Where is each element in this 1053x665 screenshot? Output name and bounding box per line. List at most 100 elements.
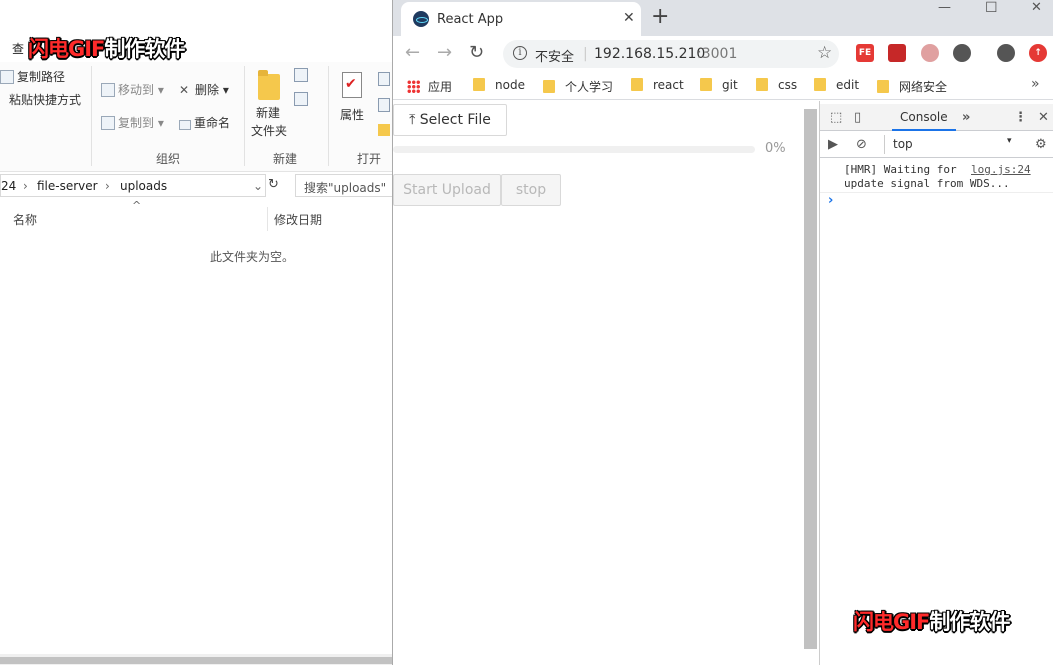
maximize-icon[interactable]: ☐	[985, 0, 998, 16]
console-settings-gear-icon[interactable]: ⚙	[1035, 137, 1047, 152]
history-icon[interactable]	[378, 124, 390, 136]
close-devtools-icon[interactable]: ✕	[1038, 110, 1049, 125]
bookmark-star-icon[interactable]: ☆	[817, 43, 832, 63]
new-folder-button-line1[interactable]: 新建	[256, 104, 280, 121]
address-omnibox[interactable]: i 不安全 | 192.168.15.210 :3001 ☆	[503, 40, 839, 68]
bookmark-folder[interactable]: css	[756, 78, 797, 92]
folder-icon	[700, 78, 712, 91]
search-input[interactable]: 搜索"uploads"	[295, 174, 392, 197]
tab-strip: React App ✕ + — ☐ ✕	[393, 0, 1053, 36]
new-item-icon[interactable]	[294, 68, 308, 82]
bookmarks-overflow-icon[interactable]: »	[1031, 76, 1040, 92]
fe-extension-icon[interactable]: FE	[856, 44, 874, 62]
devtools-tab-bar: ⬚ ▯ Console » ⋮ ✕	[820, 104, 1053, 131]
breadcrumb-chevron-icon: ›	[23, 179, 28, 193]
new-folder-icon	[258, 70, 280, 100]
devtools-menu-icon[interactable]: ⋮	[1014, 110, 1027, 125]
easy-access-icon[interactable]	[294, 92, 308, 106]
breadcrumb-chevron-icon: ›	[105, 179, 110, 193]
rename-button[interactable]: 重命名	[179, 114, 230, 131]
devtools-panel: ⬚ ▯ Console » ⋮ ✕ ▶ ⊘ top ▾ ⚙ [HMR] Wait…	[819, 101, 1053, 665]
console-log-source-link[interactable]: log.js:24	[971, 163, 1031, 176]
new-folder-button-line2[interactable]: 文件夹	[251, 122, 287, 139]
address-path-box[interactable]: 24 › file-server › uploads ⌄	[0, 174, 266, 197]
info-icon[interactable]: i	[513, 46, 527, 60]
sort-up-icon: ^	[132, 199, 142, 212]
properties-button[interactable]: 属性	[340, 106, 364, 123]
url-port: :3001	[697, 46, 738, 62]
reload-icon[interactable]: ↻	[469, 42, 484, 63]
delete-button[interactable]: ✕ 删除 ▾	[179, 81, 229, 98]
update-icon[interactable]: ↑	[1029, 44, 1047, 62]
extension-icon[interactable]	[921, 44, 939, 62]
omnibox-divider: |	[583, 46, 588, 62]
horizontal-scrollbar-thumb[interactable]	[0, 657, 392, 664]
console-prompt-icon[interactable]: ›	[828, 193, 833, 208]
group-label-new: 新建	[273, 152, 298, 166]
ribbon-tab-view[interactable]: 查	[12, 40, 24, 57]
tab-console[interactable]: Console	[892, 104, 956, 131]
minimize-icon[interactable]: —	[938, 0, 951, 15]
breadcrumb-segment[interactable]: 24	[1, 179, 16, 193]
copy-path-button[interactable]: 复制路径	[0, 68, 65, 85]
bookmark-folder[interactable]: 个人学习	[543, 78, 613, 95]
bookmark-apps[interactable]: 应用	[407, 78, 452, 95]
bookmark-folder[interactable]: react	[631, 78, 684, 92]
breadcrumb-segment[interactable]: uploads	[120, 179, 167, 193]
back-icon[interactable]: ←	[405, 42, 420, 63]
group-label-organize: 组织	[156, 152, 181, 166]
inspect-element-icon[interactable]: ⬚	[830, 110, 842, 125]
context-selector[interactable]: top ▾	[884, 135, 1022, 154]
folder-icon	[756, 78, 768, 91]
bookmark-folder[interactable]: node	[473, 78, 525, 92]
bookmark-folder[interactable]: 网络安全	[877, 78, 947, 95]
edit-icon[interactable]	[378, 98, 390, 112]
tab-title: React App	[437, 12, 504, 27]
start-upload-button[interactable]: Start Upload	[393, 174, 501, 206]
stop-button[interactable]: stop	[501, 174, 561, 206]
copy-to-button[interactable]: 复制到 ▾	[101, 114, 164, 131]
address-dropdown-icon[interactable]: ⌄	[253, 179, 263, 193]
close-window-icon[interactable]: ✕	[1031, 0, 1042, 15]
copy-to-icon	[101, 116, 115, 130]
browser-window: React App ✕ + — ☐ ✕ ← → ↻ i 不安全 | 192.16…	[392, 0, 1053, 665]
console-log-line: update signal from WDS...	[844, 177, 1010, 190]
security-label[interactable]: 不安全	[535, 46, 574, 65]
sidebar-toggle-icon[interactable]: ▶	[828, 137, 838, 152]
upload-progress-text: 0%	[765, 141, 786, 156]
upload-progress-bar	[393, 146, 755, 153]
ribbon: 复制路径 粘贴快捷方式 移动到 ▾ 复制到 ▾ ✕ 删除 ▾ 重命名 组织 新建 …	[0, 62, 392, 172]
column-name[interactable]: 名称	[13, 211, 37, 228]
folder-icon	[631, 78, 643, 91]
breadcrumb-segment[interactable]: file-server	[37, 179, 98, 193]
new-tab-icon[interactable]: +	[651, 4, 669, 29]
select-file-button[interactable]: ⤒ Select File	[393, 104, 507, 136]
close-tab-icon[interactable]: ✕	[623, 10, 635, 26]
properties-icon	[342, 72, 362, 98]
open-icon[interactable]	[378, 72, 390, 86]
page-vertical-scrollbar[interactable]	[804, 109, 817, 649]
column-modified[interactable]: 修改日期	[274, 211, 322, 228]
browser-toolbar: ← → ↻ i 不安全 | 192.168.15.210 :3001 ☆ FE …	[393, 36, 1053, 72]
extension-icon[interactable]	[888, 44, 906, 62]
bookmark-folder[interactable]: git	[700, 78, 738, 92]
extension-icon[interactable]	[953, 44, 971, 62]
forward-icon[interactable]: →	[437, 42, 452, 63]
delete-x-icon: ✕	[179, 83, 190, 97]
folder-icon	[877, 80, 889, 93]
bookmark-folder[interactable]: edit	[814, 78, 859, 92]
folder-icon	[814, 78, 826, 91]
move-to-button[interactable]: 移动到 ▾	[101, 81, 164, 98]
watermark-top: 闪电GIF制作软件	[28, 37, 185, 61]
context-dropdown-icon: ▾	[1007, 136, 1012, 146]
tab-react-app[interactable]: React App ✕	[401, 2, 641, 36]
paste-shortcut-button[interactable]: 粘贴快捷方式	[9, 91, 81, 108]
column-divider[interactable]	[267, 207, 268, 231]
profile-avatar-icon[interactable]	[997, 44, 1015, 62]
address-bar: 24 › file-server › uploads ⌄ ↻ 搜索"upload…	[0, 173, 392, 199]
device-toggle-icon[interactable]: ▯	[854, 110, 861, 125]
refresh-icon[interactable]: ↻	[268, 177, 279, 192]
copy-path-icon	[0, 70, 14, 84]
clear-console-icon[interactable]: ⊘	[856, 137, 867, 152]
more-tabs-icon[interactable]: »	[962, 110, 970, 125]
